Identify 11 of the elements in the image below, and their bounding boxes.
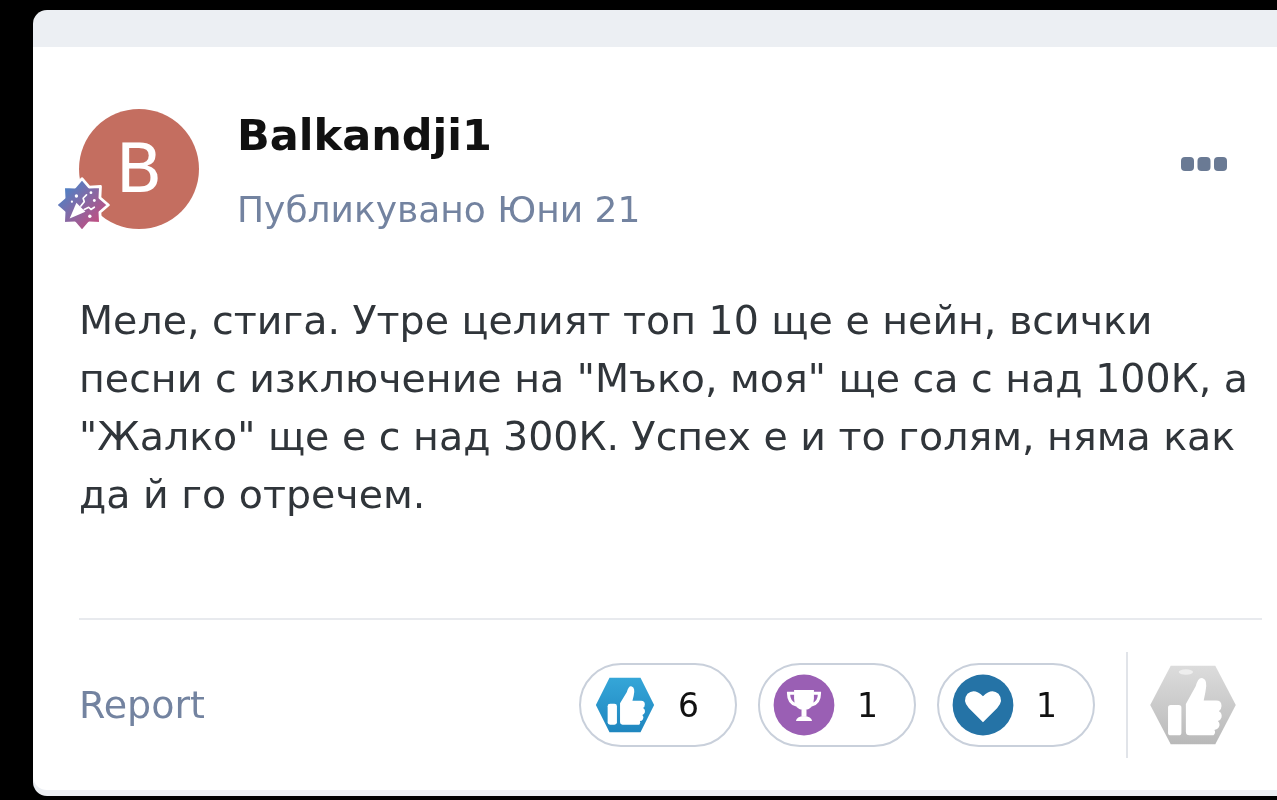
post-text: Меле, стига. Утре целият топ 10 ще е нейн, всички песни с изключение на "Мъко, моя" ще са с над 100К, а "Жалко" ще е с над 300К. Успех е и то голям, няма как да й го отречем. bbox=[79, 296, 1249, 519]
trophy-icon bbox=[773, 674, 835, 736]
reaction-button[interactable]: 6 bbox=[579, 663, 737, 747]
more-options-icon[interactable] bbox=[1181, 157, 1227, 171]
post-date: Публикувано Юни 21 bbox=[237, 188, 642, 232]
author-name[interactable]: Balkandji1 bbox=[237, 109, 1181, 161]
thumbs-up-icon[interactable] bbox=[1148, 664, 1238, 746]
avatar: B bbox=[79, 109, 199, 229]
reaction-button[interactable]: 1 bbox=[758, 663, 916, 747]
reaction-button[interactable]: 1 bbox=[937, 663, 1095, 747]
report-link[interactable]: Report bbox=[79, 683, 205, 727]
